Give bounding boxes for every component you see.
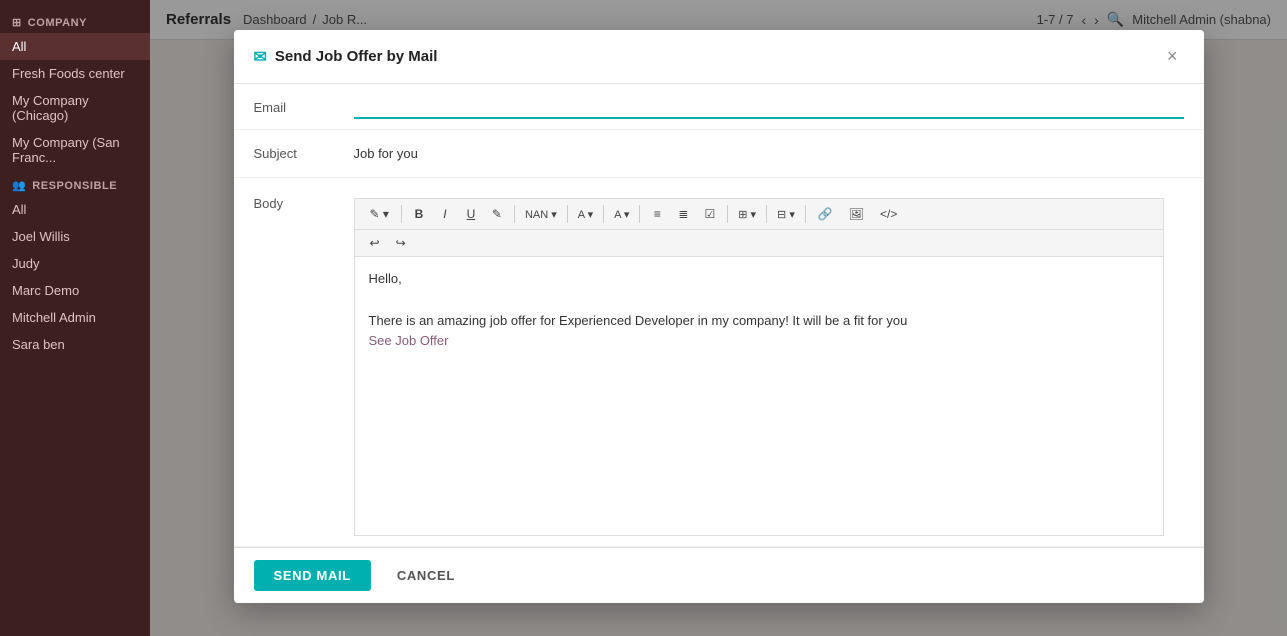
body-editor-container: ✎ ▾ B I U ✎ NAN ▾ A ▾ (354, 188, 1184, 546)
toolbar-redo-btn[interactable]: ↪ (389, 232, 413, 254)
toolbar-sep-6 (727, 205, 728, 223)
toolbar-align-dropdown[interactable]: ⊞ ▾ (733, 204, 761, 225)
subject-field-container: Job for you (354, 140, 1184, 167)
toolbar-sep-2 (514, 205, 515, 223)
modal-title: ✉ Send Job Offer by Mail (254, 47, 438, 67)
toolbar-sep-8 (805, 205, 806, 223)
toolbar-ul-btn[interactable]: ≡ (645, 203, 669, 225)
sidebar-item-sara-ben[interactable]: Sara ben (0, 331, 150, 358)
company-section-header: ⊞ COMPANY (0, 8, 150, 33)
editor-toolbar: ✎ ▾ B I U ✎ NAN ▾ A ▾ (354, 198, 1164, 229)
editor-area[interactable]: Hello, There is an amazing job offer for… (354, 256, 1164, 536)
toolbar-nan-dropdown[interactable]: NAN ▾ (520, 204, 562, 225)
sidebar-item-san-francisco[interactable]: My Company (San Franc... (0, 129, 150, 171)
email-input[interactable] (354, 94, 1184, 119)
modal-close-button[interactable]: × (1161, 44, 1184, 69)
sidebar-item-mitchell-admin[interactable]: Mitchell Admin (0, 304, 150, 331)
toolbar-highlight-btn[interactable]: ✎ (485, 203, 509, 225)
modal-overlay: ✉ Send Job Offer by Mail × Email (150, 0, 1287, 636)
sidebar-item-company-all[interactable]: All (0, 33, 150, 60)
toolbar-image-btn[interactable]: 🖼 (842, 203, 871, 225)
toolbar-sep-7 (766, 205, 767, 223)
cancel-button[interactable]: CANCEL (381, 560, 471, 591)
toolbar-style-btn[interactable]: ✎ ▾ (363, 203, 396, 225)
editor-link[interactable]: See Job Offer (369, 333, 449, 348)
company-icon: ⊞ (12, 16, 22, 29)
editor-toolbar-2: ↩ ↪ (354, 229, 1164, 256)
subject-value: Job for you (354, 140, 1184, 167)
email-field-container (354, 94, 1184, 119)
sidebar: ⊞ COMPANY All Fresh Foods center My Comp… (0, 0, 150, 636)
subject-row: Subject Job for you (234, 130, 1204, 178)
toolbar-table-dropdown[interactable]: ⊟ ▾ (772, 204, 800, 225)
responsible-icon: 👥 (12, 179, 26, 192)
modal-header: ✉ Send Job Offer by Mail × (234, 30, 1204, 84)
email-label: Email (254, 94, 354, 115)
sidebar-item-fresh-foods[interactable]: Fresh Foods center (0, 60, 150, 87)
toolbar-ol-btn[interactable]: ≣ (671, 203, 695, 225)
toolbar-checkbox-btn[interactable]: ☑ (697, 203, 722, 225)
toolbar-undo-btn[interactable]: ↩ (363, 232, 387, 254)
toolbar-link-btn[interactable]: 🔗 (811, 203, 840, 225)
send-mail-button[interactable]: SEND MAIL (254, 560, 371, 591)
toolbar-sep-5 (639, 205, 640, 223)
sidebar-item-resp-all[interactable]: All (0, 196, 150, 223)
toolbar-code-btn[interactable]: </> (873, 203, 904, 225)
toolbar-sep-3 (567, 205, 568, 223)
responsible-section-header: 👥 RESPONSIBLE (0, 171, 150, 196)
main-content: Referrals Dashboard / Job R... 1-7 / 7 ‹… (150, 0, 1287, 636)
body-row: Body ✎ ▾ B I U ✎ NAN ▾ (234, 178, 1204, 547)
email-row: Email (234, 84, 1204, 130)
editor-greeting: Hello, (369, 269, 1149, 290)
subject-label: Subject (254, 140, 354, 161)
toolbar-color-dropdown[interactable]: A ▾ (609, 204, 634, 225)
body-label: Body (254, 188, 354, 211)
toolbar-underline-btn[interactable]: U (459, 203, 483, 225)
sidebar-item-judy[interactable]: Judy (0, 250, 150, 277)
sidebar-item-joel-willis[interactable]: Joel Willis (0, 223, 150, 250)
toolbar-sep-4 (603, 205, 604, 223)
sidebar-item-chicago[interactable]: My Company (Chicago) (0, 87, 150, 129)
editor-body-text: There is an amazing job offer for Experi… (369, 311, 1149, 332)
send-job-offer-modal: ✉ Send Job Offer by Mail × Email (234, 30, 1204, 603)
toolbar-sep-1 (401, 205, 402, 223)
toolbar-bold-btn[interactable]: B (407, 203, 431, 225)
modal-footer: SEND MAIL CANCEL (234, 547, 1204, 603)
mail-icon: ✉ (254, 47, 267, 67)
sidebar-item-marc-demo[interactable]: Marc Demo (0, 277, 150, 304)
modal-body: Email Subject Job for you B (234, 84, 1204, 547)
toolbar-italic-btn[interactable]: I (433, 203, 457, 225)
toolbar-font-dropdown[interactable]: A ▾ (573, 204, 598, 225)
